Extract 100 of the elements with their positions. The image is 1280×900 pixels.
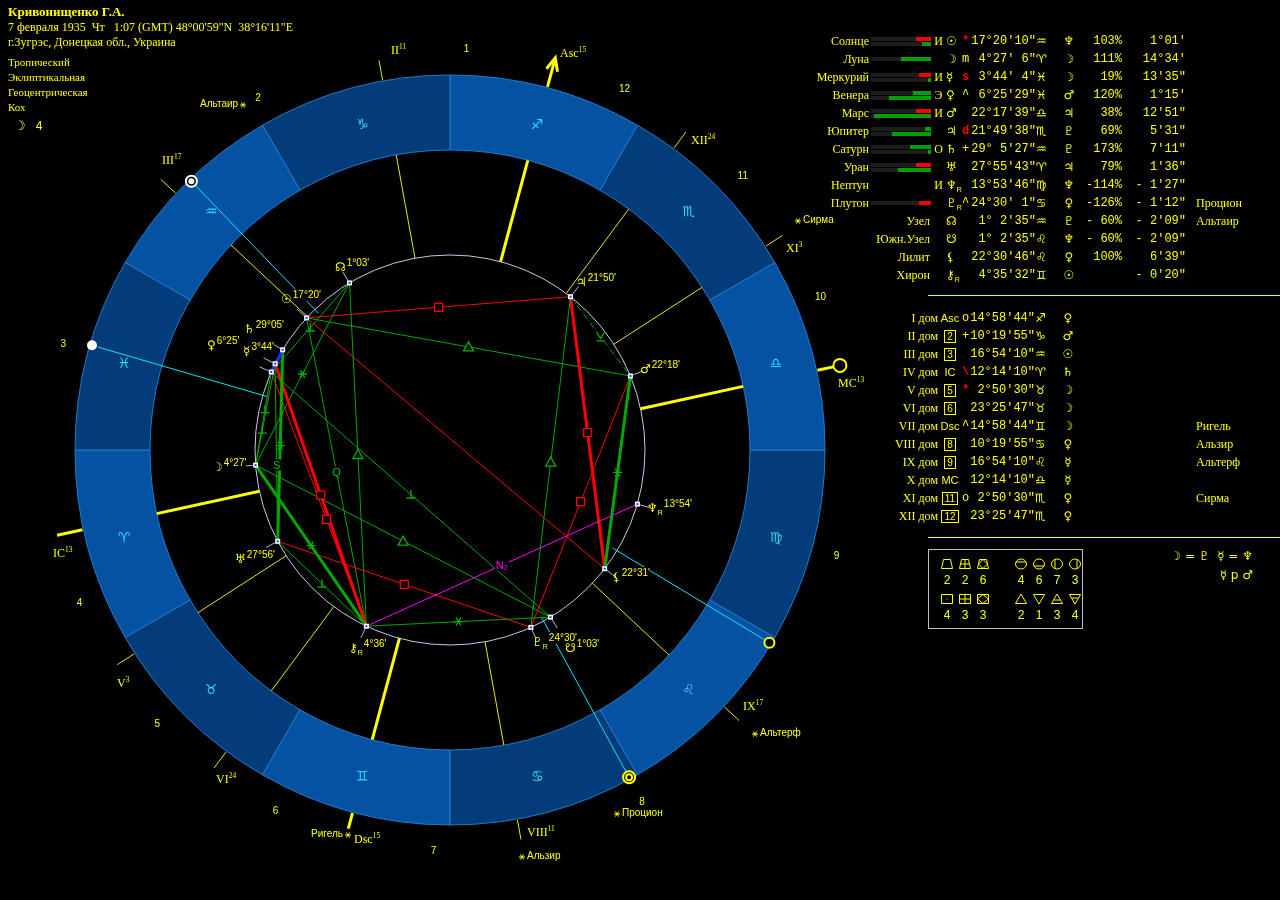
rulership-note: ☿ p ♂ <box>1219 567 1253 584</box>
ruler-glyph: ♀ <box>1062 509 1074 523</box>
sign-glyph: ♎ <box>769 354 783 371</box>
ruler-glyph: ♂ <box>1062 88 1076 102</box>
count-value: 3 <box>979 608 987 622</box>
planet-name: Лилит <box>897 250 931 264</box>
count-value: 6 <box>979 573 987 587</box>
strength-percent: - 60% <box>1085 232 1122 246</box>
sign-glyph: ♈ <box>1036 160 1048 174</box>
degree-label: 3°44' <box>251 341 274 353</box>
strength-percent: 173% <box>1092 142 1122 156</box>
point-marker-icon <box>268 369 274 375</box>
point-marker-icon <box>275 538 281 544</box>
dignity-letter: И <box>933 106 944 120</box>
sign-glyph: ♌ <box>1035 455 1047 469</box>
perpendicular-icon <box>305 322 316 332</box>
point-marker-icon <box>253 462 259 468</box>
star-icon <box>795 218 801 224</box>
planet-glyph: ♇$_{R}$ <box>946 196 962 210</box>
planet-glyph: ♂ <box>640 363 651 375</box>
planet-glyph: ⚸ <box>612 571 621 583</box>
ruler-glyph: ♆ <box>1062 178 1076 192</box>
longitude-value: 17°20'10" <box>970 34 1036 48</box>
planet-glyph: ☊ <box>335 261 346 273</box>
point-marker-icon <box>528 624 534 630</box>
cusp-code: + <box>962 329 969 343</box>
house-name: VIII дом <box>894 437 938 451</box>
cusp-longitude: 14°58'44" <box>969 311 1035 325</box>
cusp-tick-line <box>724 706 740 722</box>
house-name: III дом <box>903 347 938 361</box>
fixed-star-name: Альтаир <box>1195 214 1240 228</box>
daily-motion: - 1'27" <box>1134 178 1186 192</box>
planet-glyph: ⚷$_{R}$ <box>946 268 961 282</box>
birth-place: г.Зугрэс, Донецкая обл., Украина <box>8 35 176 50</box>
dignity-letter: Э <box>933 88 944 102</box>
daily-motion: - 2'09" <box>1134 232 1186 246</box>
strength-percent: 19% <box>1099 70 1122 84</box>
sign-glyph: ♒ <box>1036 142 1048 156</box>
degree-label: 1°03' <box>346 257 370 269</box>
asterisk-icon <box>453 617 464 627</box>
leader-line <box>551 619 558 629</box>
point-marker-icon <box>568 294 573 300</box>
planet-name: Уран <box>843 160 870 174</box>
aspect-letter: N₂ <box>494 559 509 571</box>
dignity-letter: И <box>933 34 944 48</box>
position-code: m <box>962 52 970 66</box>
sign-glyph: ♌ <box>1036 232 1048 246</box>
longitude-value: 22°17'39" <box>970 106 1036 120</box>
longitude-value: 27°55'43" <box>970 160 1036 174</box>
degree-label: 6°25' <box>216 335 240 347</box>
planet-name: Узел <box>906 214 931 228</box>
count-value: 3 <box>961 608 969 622</box>
position-code: d <box>962 124 970 138</box>
daily-motion: 1°15' <box>1149 88 1186 102</box>
longitude-value: 4°27' 6" <box>977 52 1036 66</box>
cusp-longitude: 23°25'47" <box>969 509 1035 523</box>
house-name: VI дом <box>902 401 938 415</box>
sign-glyph: ♒ <box>205 203 218 220</box>
cusp-code: * <box>962 383 969 397</box>
house-number: 8 <box>639 797 645 808</box>
birth-datetime: 7 февраля 1935 Чт 1:07 (GMT) 48°00'59"N 38°16'11"E <box>8 20 293 35</box>
point-marker-icon <box>272 361 278 367</box>
star-name: Процион <box>622 807 663 819</box>
star-name: Сирма <box>803 214 834 226</box>
asterisk-icon <box>612 467 623 477</box>
cusp-longitude: 16°54'10" <box>969 347 1035 361</box>
sign-glyph: ♍ <box>1036 178 1048 192</box>
longitude-value: 6°25'29" <box>977 88 1036 102</box>
sign-glyph: ♏ <box>1036 124 1048 138</box>
descendant-line <box>346 812 354 829</box>
degree-label: 4°36' <box>363 638 387 650</box>
perpendicular-icon <box>257 424 268 434</box>
strength-percent: -126% <box>1085 196 1122 210</box>
leader-line <box>606 570 616 578</box>
square-diamond-icon <box>976 593 990 605</box>
degree-label: 22°31' <box>621 567 650 579</box>
v-bar-icon <box>595 331 606 342</box>
star-name: Альзир <box>527 850 561 862</box>
ruler-glyph: ☽ <box>1061 419 1075 433</box>
angle-abbreviation: Asc <box>940 311 960 325</box>
planet-name: Юпитер <box>827 124 870 138</box>
square-marker-icon <box>316 490 326 500</box>
planet-glyph: ♄ <box>244 323 255 335</box>
planet-name: Плутон <box>830 196 870 210</box>
rulership-note: ☽ = ♇ ☿ = ♆ <box>1170 548 1253 565</box>
perpendicular-icon <box>259 404 271 414</box>
sign-glyph: ♎ <box>1035 473 1047 487</box>
planet-glyph: ♂ <box>946 106 958 120</box>
sign-glyph: ♒ <box>1036 214 1048 228</box>
cusp-code: \ <box>962 365 969 379</box>
dignity-letter: И <box>933 178 944 192</box>
ruler-glyph: ☿ <box>1063 455 1073 469</box>
asterisk-icon <box>297 369 308 379</box>
leader-line <box>360 628 366 639</box>
strength-percent: 111% <box>1092 52 1122 66</box>
house-number: 11 <box>737 171 748 181</box>
strength-percent: 120% <box>1092 88 1122 102</box>
ruler-glyph: ♆ <box>1062 232 1076 246</box>
degree-label: 4°27' <box>223 457 247 469</box>
strength-percent: 79% <box>1099 160 1122 174</box>
